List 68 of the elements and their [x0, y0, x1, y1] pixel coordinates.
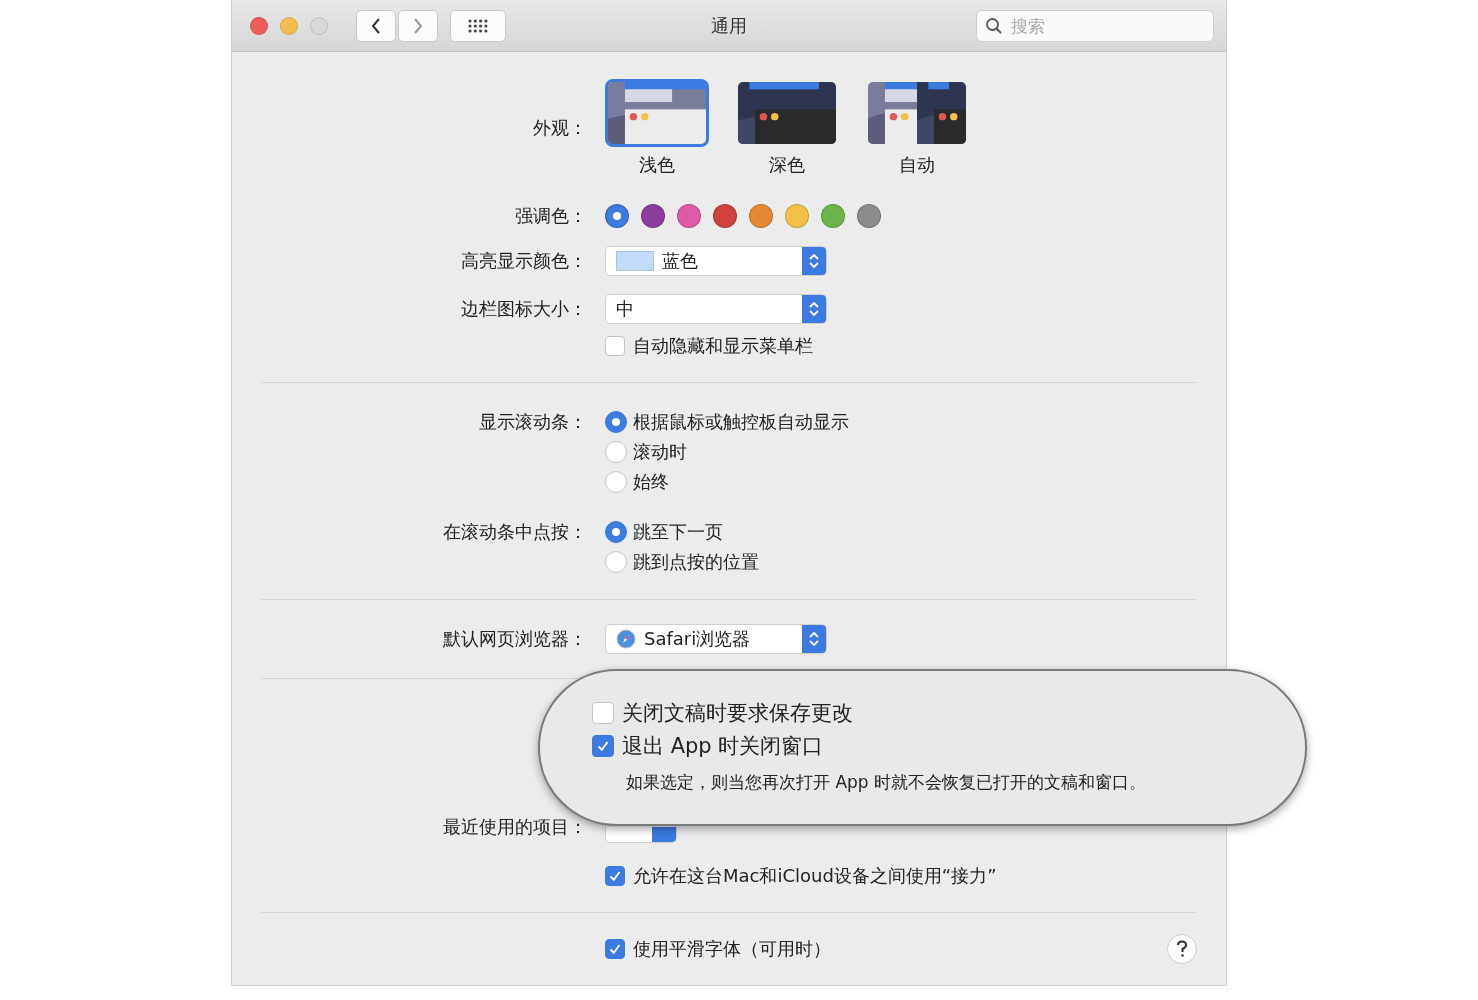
- checkbox-label: 自动隐藏和显示菜单栏: [633, 334, 813, 358]
- accent-swatch[interactable]: [677, 204, 701, 228]
- field-label: 最近使用的项目：: [443, 815, 588, 839]
- radio-label: 跳到点按的位置: [633, 550, 759, 574]
- search-input[interactable]: 搜索: [1009, 14, 1193, 37]
- field-label: 强调色：: [515, 204, 588, 228]
- field-label: 在滚动条中点按：: [443, 520, 588, 544]
- checkbox-label: 退出 App 时关闭窗口: [622, 733, 824, 760]
- accent-swatch[interactable]: [857, 204, 881, 228]
- stepper-icon: [808, 300, 820, 318]
- check-icon: [596, 739, 610, 753]
- appearance-thumbnail[interactable]: [865, 79, 969, 147]
- checkbox-description: 如果选定，则当您再次打开 App 时就不会恢复已打开的文稿和窗口。: [626, 771, 1148, 794]
- show-all-button[interactable]: [450, 9, 506, 42]
- search-icon: [985, 16, 1003, 35]
- appearance-label: 浅色: [639, 153, 675, 177]
- accent-swatch[interactable]: [641, 204, 665, 228]
- browser-popup[interactable]: Safari浏览器: [605, 624, 827, 654]
- popup-button[interactable]: [605, 827, 677, 843]
- help-button[interactable]: [1167, 934, 1197, 964]
- appearance-thumbnail[interactable]: [735, 79, 839, 147]
- appearance-thumbnail[interactable]: [605, 79, 709, 147]
- highlight-color-popup[interactable]: 蓝色: [605, 246, 827, 276]
- accent-swatch[interactable]: [821, 204, 845, 228]
- checkbox[interactable]: [605, 336, 625, 356]
- checkbox-label: 允许在这台Mac和iCloud设备之间使用“接力”: [633, 864, 997, 888]
- radio-label: 跳至下一页: [633, 520, 723, 544]
- radio-button[interactable]: [605, 471, 627, 493]
- accent-swatch[interactable]: [713, 204, 737, 228]
- checkbox[interactable]: [592, 735, 614, 757]
- stepper-icon: [808, 252, 820, 270]
- grid-icon: [467, 18, 489, 33]
- field-label: 默认网页浏览器：: [443, 627, 588, 651]
- checkbox-label: 使用平滑字体（可用时）: [633, 937, 831, 961]
- radio-label: 滚动时: [633, 440, 687, 464]
- check-icon: [608, 869, 622, 883]
- checkbox[interactable]: [605, 866, 625, 886]
- radio-button[interactable]: [605, 551, 627, 573]
- back-button[interactable]: [356, 9, 396, 42]
- search-field[interactable]: 搜索: [976, 9, 1214, 42]
- window-title: 通用: [710, 13, 748, 38]
- checkbox[interactable]: [592, 702, 614, 724]
- checkbox-label: 关闭文稿时要求保存更改: [622, 700, 853, 727]
- icon-size-popup[interactable]: 中: [605, 294, 827, 324]
- compass-icon: [616, 629, 636, 649]
- appearance-label: 深色: [769, 153, 805, 177]
- field-label: 外观：: [533, 116, 588, 140]
- check-icon: [608, 942, 622, 956]
- radio-button[interactable]: [605, 441, 627, 463]
- field-label: 高亮显示颜色：: [461, 249, 588, 273]
- accent-swatch[interactable]: [605, 204, 629, 228]
- accent-swatch[interactable]: [785, 204, 809, 228]
- field-label: 显示滚动条：: [479, 410, 588, 434]
- close-icon[interactable]: [250, 16, 268, 35]
- color-swatch-icon: [616, 251, 654, 271]
- question-icon: [1176, 940, 1188, 958]
- accent-swatch[interactable]: [749, 204, 773, 228]
- radio-button[interactable]: [605, 411, 627, 433]
- stepper-icon: [808, 630, 820, 648]
- radio-button[interactable]: [605, 521, 627, 543]
- checkbox[interactable]: [605, 939, 625, 959]
- chevron-left-icon: [370, 16, 382, 35]
- field-label: 边栏图标大小：: [461, 297, 588, 321]
- zoom-icon: [310, 16, 328, 35]
- appearance-label: 自动: [899, 153, 935, 177]
- radio-label: 根据鼠标或触控板自动显示: [633, 410, 849, 434]
- chevron-right-icon: [412, 16, 424, 35]
- radio-label: 始终: [633, 470, 669, 494]
